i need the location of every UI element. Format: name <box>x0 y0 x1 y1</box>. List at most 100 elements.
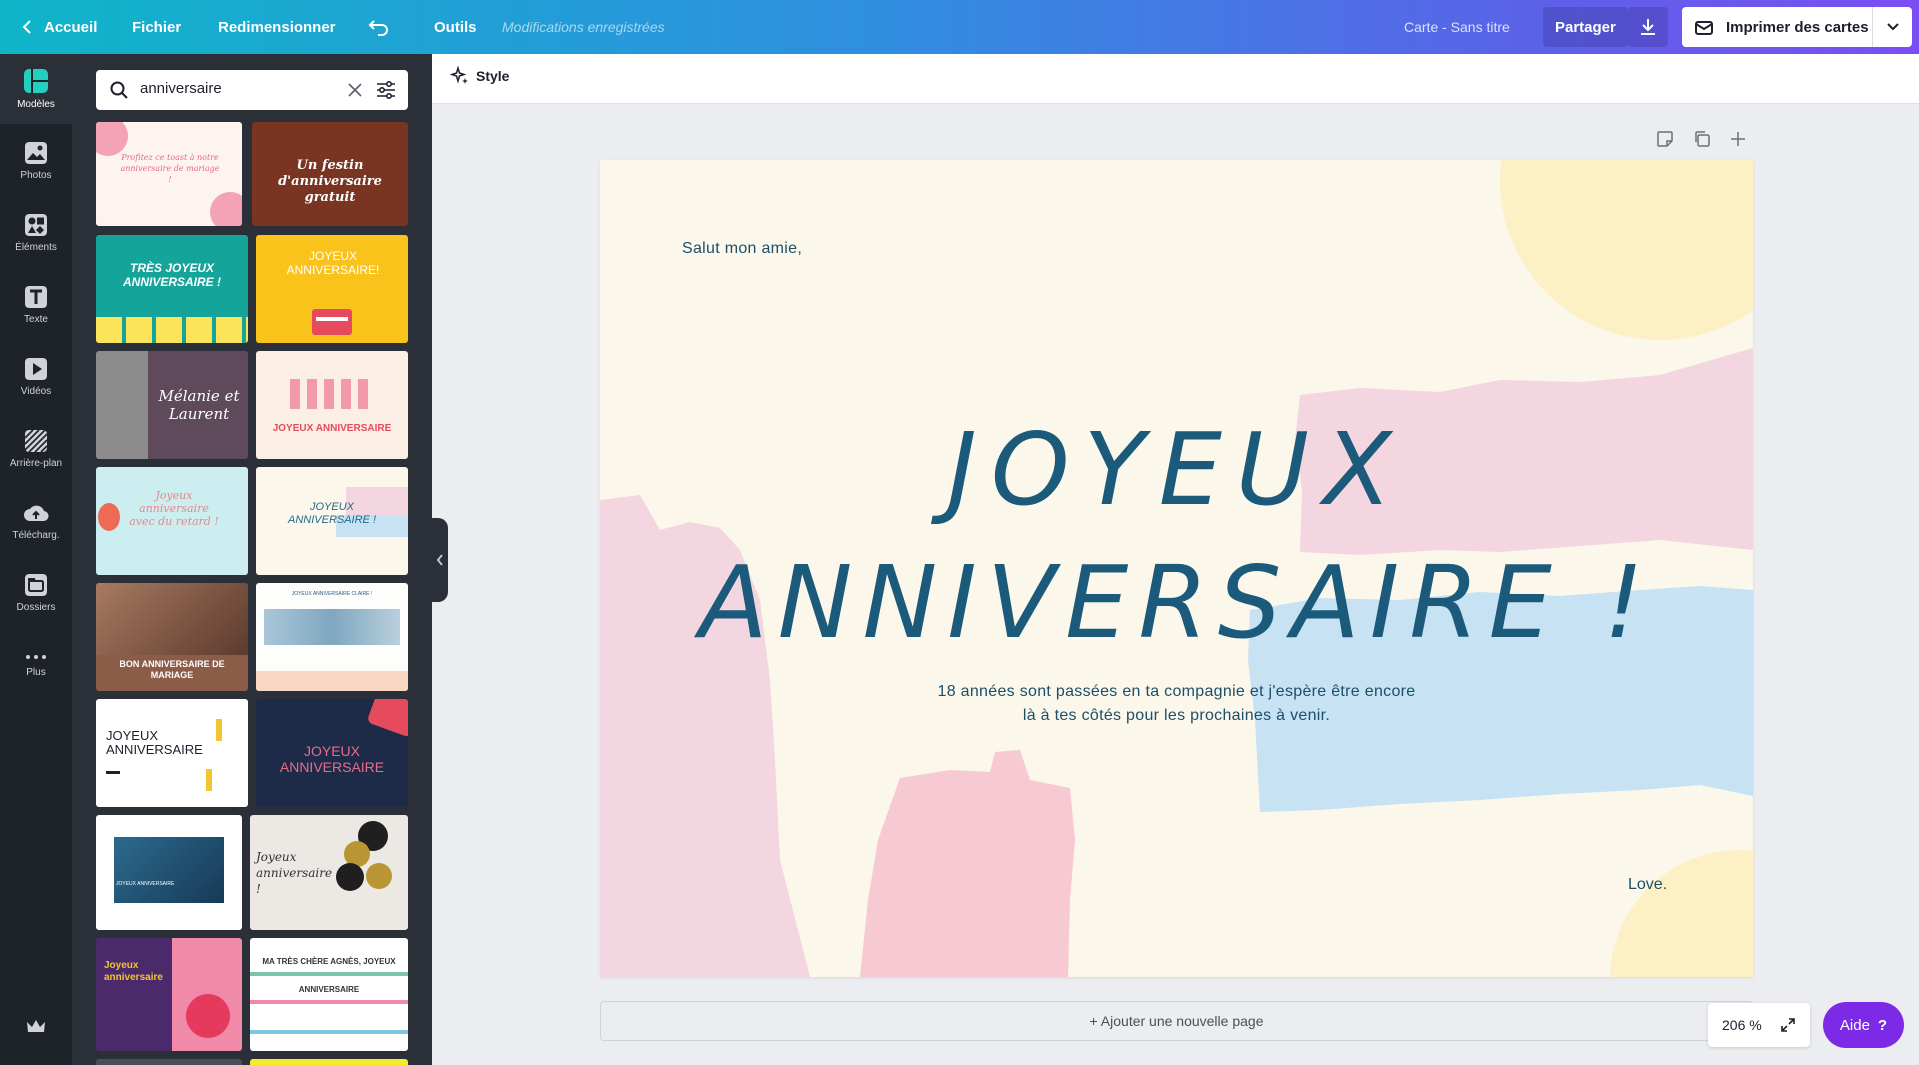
design-canvas[interactable]: Salut mon amie, JOYEUX ANNIVERSAIRE ! 18… <box>600 160 1753 977</box>
template-thumbnail[interactable]: JOYEUX ANNIVERSAIRE! <box>256 235 408 343</box>
balloon-illustration <box>98 503 120 531</box>
template-thumbnail[interactable]: Joyeux anniversaire <box>96 938 242 1051</box>
template-thumbnail[interactable]: JOYEUX ANNIVERSAIRE <box>96 815 242 930</box>
clear-icon[interactable] <box>348 83 362 97</box>
template-thumbnail[interactable]: BON ANNIVERSAIRE DE MARIAGE <box>96 583 248 691</box>
chevron-left-icon <box>436 554 443 566</box>
template-thumbnail[interactable]: JOYEUX ANNIVERSAIRE ! <box>256 467 408 575</box>
home-button[interactable]: Accueil <box>22 0 97 54</box>
search-input[interactable] <box>140 80 320 97</box>
template-title: JOYEUX ANNIVERSAIRE <box>279 743 385 775</box>
balloon-illustration <box>366 863 392 889</box>
tools-label: Outils <box>434 18 477 36</box>
signoff-text[interactable]: Love. <box>1628 876 1667 894</box>
template-thumbnail[interactable]: Joyeux anniversaire ! <box>250 815 408 930</box>
template-thumbnail[interactable]: JOYEUX ANNIVERSAIRE <box>96 699 248 807</box>
plus-icon <box>1731 132 1745 146</box>
tools-menu[interactable]: Outils <box>434 0 477 54</box>
rail-label-more: Plus <box>26 667 46 678</box>
rail-item-photos[interactable]: Photos <box>0 126 72 196</box>
context-toolbar: Style <box>432 54 1919 104</box>
file-label: Fichier <box>132 18 182 36</box>
template-title: Joyeux anniversaire avec du retard ! <box>129 489 219 528</box>
couple-photo <box>96 351 148 459</box>
color-stripe <box>250 1030 408 1034</box>
add-page-icon-button[interactable] <box>1729 130 1747 150</box>
collapse-panel-button[interactable] <box>432 518 448 602</box>
template-thumbnail[interactable]: JOYEUX ANNIVERSAIRE <box>256 351 408 459</box>
home-label: Accueil <box>44 18 98 36</box>
candle-illustration <box>216 719 222 741</box>
rail-item-folders[interactable]: Dossiers <box>0 558 72 628</box>
document-title[interactable]: Carte - Sans titre <box>1404 0 1510 54</box>
chevron-down-icon[interactable] <box>1887 22 1899 32</box>
template-thumbnail[interactable]: Profitez ce toast à notre anniversaire d… <box>96 122 242 226</box>
top-bar: Accueil Fichier Redimensionner Outils Mo… <box>0 0 1919 54</box>
help-button[interactable]: Aide ? <box>1823 1002 1904 1048</box>
rail-item-more[interactable]: Plus <box>0 630 72 700</box>
premium-button[interactable] <box>26 1019 46 1040</box>
style-button[interactable]: Style <box>450 66 509 86</box>
chevron-left-icon <box>22 20 31 34</box>
template-thumbnail[interactable]: TRÈS JOYEUX ANNIVERSAIRE ! <box>96 235 248 343</box>
question-icon: ? <box>1877 1016 1888 1034</box>
candle-illustration <box>206 769 212 791</box>
fullscreen-icon[interactable] <box>1780 1017 1796 1033</box>
template-title: MA TRÈS CHÈRE AGNÈS, JOYEUX ANNIVERSAIRE <box>262 957 396 994</box>
cake-illustration <box>366 699 408 738</box>
template-thumbnail[interactable]: Un festin d'anniversaire gratuit <box>252 122 408 226</box>
cake-illustration <box>312 309 352 335</box>
body-text[interactable]: 18 années sont passées en ta compagnie e… <box>820 680 1533 728</box>
rail-item-text[interactable]: Texte <box>0 270 72 340</box>
text-icon <box>25 286 47 308</box>
template-thumbnail[interactable]: MA TRÈS CHÈRE AGNÈS, JOYEUX ANNIVERSAIRE <box>250 938 408 1051</box>
file-menu[interactable]: Fichier <box>132 0 181 54</box>
template-title: JOYEUX ANNIVERSAIRE! <box>286 249 380 277</box>
folders-icon <box>25 574 47 596</box>
filter-icon[interactable] <box>376 81 396 99</box>
photos-icon <box>25 142 47 164</box>
share-label: Partager <box>1555 18 1616 36</box>
page-notes-button[interactable] <box>1656 130 1674 150</box>
rail-item-uploads[interactable]: Télécharg. <box>0 486 72 556</box>
flower-decoration <box>96 122 128 156</box>
template-thumbnail[interactable] <box>250 1059 408 1065</box>
rail-label-photos: Photos <box>20 170 52 181</box>
template-thumbnail[interactable]: Joyeux anniversaire avec du retard ! <box>96 467 248 575</box>
template-title: Un festin d'anniversaire gratuit <box>278 158 382 205</box>
template-thumbnail[interactable]: JOYEUX ANNIVERSAIRE <box>256 699 408 807</box>
divider-line <box>106 771 120 774</box>
duplicate-page-button[interactable] <box>1693 130 1711 150</box>
resize-menu[interactable]: Redimensionner <box>218 0 336 54</box>
download-button[interactable] <box>1628 7 1668 47</box>
left-rail: Modèles Photos Éléments Texte Vidéos Arr… <box>0 54 72 1065</box>
gift-pattern <box>96 317 248 343</box>
undo-button[interactable] <box>368 0 390 54</box>
undo-icon <box>368 20 388 36</box>
print-cards-button[interactable]: Imprimer des cartes <box>1682 7 1912 47</box>
rail-label-elements: Éléments <box>15 242 57 253</box>
button-divider <box>1872 7 1873 47</box>
rail-item-templates[interactable]: Modèles <box>0 54 72 124</box>
footer-band <box>256 671 408 691</box>
sparkle-icon <box>450 66 468 84</box>
body-line-2: là à tes côtés pour les prochaines à ven… <box>1022 707 1331 724</box>
template-title: BON ANNIVERSAIRE DE MARIAGE <box>119 659 225 680</box>
add-page-button[interactable]: + Ajouter une nouvelle page <box>600 1001 1753 1041</box>
template-title: Mélanie et Laurent <box>158 387 240 423</box>
template-thumbnail[interactable]: JOYEUX ANNIVERSAIRE CLAIRE ! <box>256 583 408 691</box>
print-label: Imprimer des cartes <box>1726 18 1869 36</box>
rail-item-elements[interactable]: Éléments <box>0 198 72 268</box>
kiss-photo <box>96 583 248 655</box>
share-button[interactable]: Partager <box>1543 7 1628 47</box>
template-thumbnail[interactable]: Mélanie et Laurent <box>96 351 248 459</box>
zoom-level[interactable]: 206 % <box>1722 1017 1762 1033</box>
more-icon <box>26 655 46 659</box>
headline-line-1[interactable]: JOYEUX <box>600 415 1753 525</box>
headline-line-2[interactable]: ANNIVERSAIRE ! <box>600 548 1753 658</box>
templates-panel: Profitez ce toast à notre anniversaire d… <box>72 54 432 1065</box>
rail-item-background[interactable]: Arrière-plan <box>0 414 72 484</box>
rail-item-videos[interactable]: Vidéos <box>0 342 72 412</box>
greeting-text[interactable]: Salut mon amie, <box>682 240 802 258</box>
template-thumbnail[interactable] <box>96 1059 242 1065</box>
